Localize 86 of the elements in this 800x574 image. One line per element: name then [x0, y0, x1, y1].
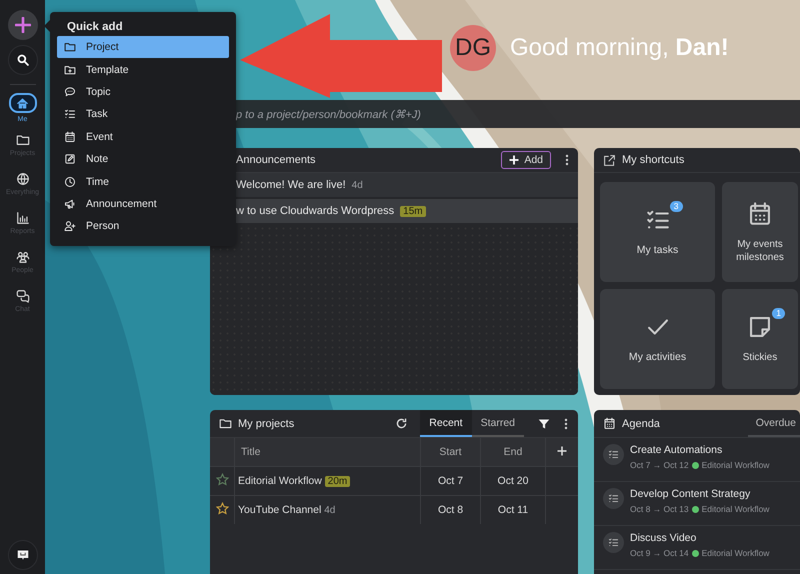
share-icon: [603, 154, 616, 166]
menu-item[interactable]: Event: [57, 126, 229, 148]
announcement-title[interactable]: w to use Cloudwards Wordpress: [236, 205, 394, 217]
age-label: 20m: [324, 476, 350, 487]
add-column-icon[interactable]: [557, 446, 567, 456]
age-label: 4d: [352, 180, 363, 190]
megaphone-icon: [64, 198, 76, 210]
shortcut-tile[interactable]: My events milestones: [722, 182, 798, 282]
add-button[interactable]: [8, 10, 38, 40]
panel-title: My shortcuts: [622, 154, 686, 166]
start-date: Oct 8: [420, 496, 480, 524]
speech-bubble-icon: [64, 86, 76, 98]
people-icon: [16, 250, 30, 264]
agenda-item-title[interactable]: Develop Content Strategy: [630, 488, 770, 500]
clock-icon: [64, 176, 76, 188]
sticky-note-icon: [747, 314, 773, 340]
count-badge: 1: [772, 308, 785, 319]
menu-item[interactable]: Template: [57, 58, 229, 81]
calendar-icon: [747, 200, 773, 226]
column-header[interactable]: Title: [234, 438, 420, 466]
column-header[interactable]: End: [480, 438, 546, 466]
menu-item[interactable]: Project: [57, 36, 229, 58]
announcement-title[interactable]: Welcome! We are live!: [236, 179, 346, 191]
shortcut-tile[interactable]: 3 My tasks: [600, 182, 715, 282]
message-icon: [16, 549, 28, 561]
menu-item[interactable]: Task: [57, 103, 229, 126]
checklist-icon: [608, 537, 619, 548]
start-date: Oct 7: [420, 466, 480, 496]
note-icon: [64, 153, 76, 166]
menu-item[interactable]: Note: [57, 148, 229, 170]
age-label: 4d: [324, 505, 336, 516]
folder-icon: [64, 41, 76, 54]
folder-icon: [219, 417, 232, 430]
menu-item[interactable]: Announcement: [57, 192, 229, 216]
date-range: Oct 8 → Oct 13: [630, 504, 689, 514]
tab[interactable]: Overdue: [748, 410, 800, 437]
menu-item[interactable]: Person: [57, 215, 229, 238]
calendar-icon: [603, 417, 616, 430]
greeting-text: Good morning, Dan!: [510, 34, 729, 62]
menu-title: Quick add: [67, 21, 124, 33]
plus-icon: [14, 17, 30, 33]
project-name: Editorial Workflow: [702, 504, 770, 514]
agenda-item-title[interactable]: Create Automations: [630, 444, 770, 456]
plus-icon: [509, 155, 520, 165]
bar-chart-icon: [16, 210, 30, 224]
tab[interactable]: Recent: [420, 410, 472, 437]
refresh-icon[interactable]: [395, 417, 408, 430]
panel-title: Announcements: [236, 154, 316, 166]
panel-title: My projects: [238, 418, 296, 430]
folder-plus-icon: [64, 64, 76, 76]
end-date: Oct 20: [480, 466, 546, 496]
shortcut-tile[interactable]: 1 Stickies: [722, 289, 798, 389]
add-button[interactable]: Add: [501, 151, 551, 169]
more-icon[interactable]: [565, 154, 569, 166]
home-icon: [16, 96, 29, 110]
age-label: 15m: [400, 206, 426, 216]
checklist-icon: [608, 449, 619, 460]
add-person-icon: [64, 220, 76, 232]
checklist-icon: [64, 108, 76, 120]
more-icon[interactable]: [564, 418, 568, 430]
column-header[interactable]: Start: [420, 438, 480, 466]
checklist-icon: [608, 493, 619, 504]
search-button[interactable]: [8, 45, 38, 75]
calendar-icon: [64, 130, 76, 143]
chat-icon: [16, 288, 30, 302]
filter-icon[interactable]: [538, 418, 550, 430]
date-range: Oct 7 → Oct 12: [630, 460, 689, 470]
date-range: Oct 9 → Oct 14: [630, 548, 689, 558]
star-icon[interactable]: [216, 473, 228, 486]
project-title[interactable]: YouTube Channel: [238, 504, 322, 516]
search-field[interactable]: p to a project/person/bookmark (⌘+J): [236, 100, 800, 128]
count-badge: 3: [670, 201, 682, 212]
star-icon[interactable]: [216, 502, 228, 515]
project-title[interactable]: Editorial Workflow: [238, 475, 322, 487]
panel-title: Agenda: [622, 418, 661, 430]
folder-icon: [16, 132, 30, 146]
end-date: Oct 11: [480, 496, 546, 524]
menu-item[interactable]: Time: [57, 170, 229, 193]
project-name: Editorial Workflow: [702, 548, 770, 558]
menu-item[interactable]: Topic: [57, 80, 229, 104]
agenda-item-title[interactable]: Discuss Video: [630, 532, 770, 544]
globe-icon: [16, 172, 30, 186]
project-name: Editorial Workflow: [702, 460, 770, 470]
search-icon: [16, 54, 28, 66]
shortcut-tile[interactable]: My activities: [600, 289, 715, 389]
help-chat-button[interactable]: [8, 540, 38, 570]
